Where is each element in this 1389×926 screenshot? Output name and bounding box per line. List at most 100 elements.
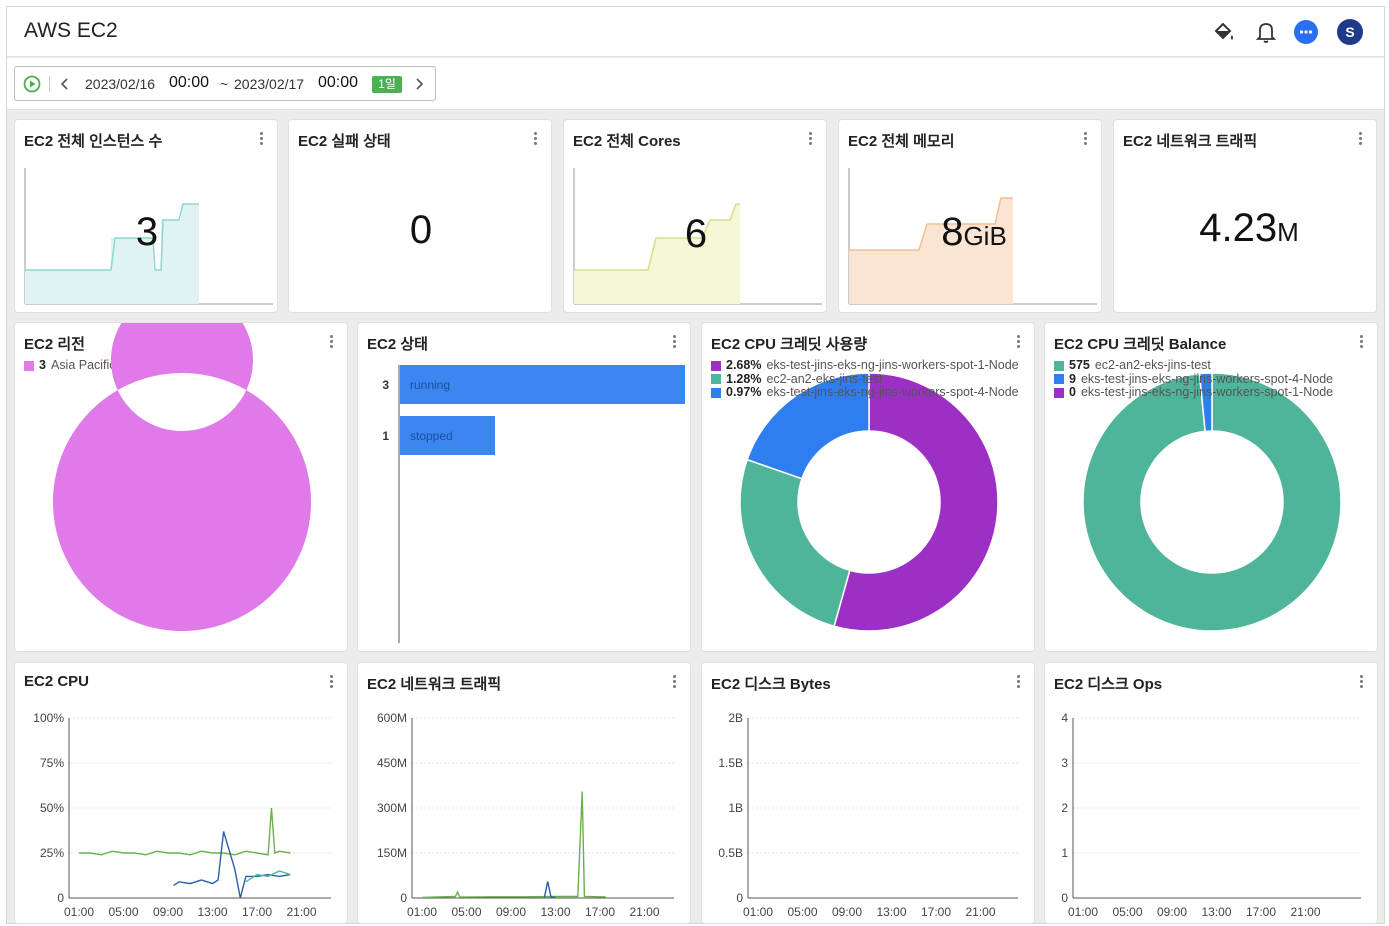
x-tick-label: 05:00 <box>108 905 138 919</box>
line-chart: 600M 450M 300M 150M 001:00 05:00 09:00 13:00 17:… <box>377 711 674 919</box>
chevron-left-icon[interactable] <box>59 77 71 91</box>
x-tick-label: 17:00 <box>242 905 272 919</box>
legend-value: 0.97% <box>726 385 762 399</box>
x-tick-label: 17:00 <box>585 905 615 919</box>
series-line-1[interactable] <box>543 881 556 899</box>
card-title: EC2 전체 Cores <box>573 133 681 150</box>
legend-item[interactable]: 0.97% eks-test-jins-eks-ng-jins-workers-s… <box>711 385 1019 400</box>
legend-label: ec2-an2-eks-jins-test <box>766 371 883 386</box>
bar-chart: 3 running 1 stopped <box>382 365 685 643</box>
y-tick-label: 1B <box>728 801 743 815</box>
legend-item[interactable]: 1.28% ec2-an2-eks-jins-test <box>711 371 1019 387</box>
play-icon[interactable] <box>23 75 41 93</box>
legend-swatch <box>711 374 721 385</box>
card-instances: EC2 전체 인스턴스 수 3 <box>14 119 278 313</box>
y-tick-label: 1.5B <box>718 756 743 770</box>
metric-unit: GiB <box>963 221 1007 251</box>
legend-value: 575 <box>1069 358 1090 372</box>
line-chart: 2B 1.5B 1B 0.5B 001:00 05:00 09:00 13:00 17:00 21… <box>718 711 1018 919</box>
series-line-0[interactable] <box>421 791 606 899</box>
card-network-total: EC2 네트워크 트래픽 4.23M <box>1113 119 1377 313</box>
y-tick-label: 3 <box>1061 756 1068 770</box>
more-menu-icon[interactable] <box>1352 130 1368 148</box>
x-tick-label: 13:00 <box>876 905 906 919</box>
more-menu-icon[interactable] <box>527 130 543 148</box>
more-menu-icon[interactable] <box>253 130 269 148</box>
y-tick-label: 100% <box>33 711 64 725</box>
donut-chart <box>53 323 311 631</box>
card-title: EC2 전체 메모리 <box>848 133 955 150</box>
card-title: EC2 실패 상태 <box>298 133 391 150</box>
series-line-1[interactable] <box>173 831 291 899</box>
legend: 575 ec2-an2-eks-jins-test 9 eks-test-jins-… <box>1054 358 1333 400</box>
more-menu-icon[interactable] <box>802 130 818 148</box>
legend-value: 1.28% <box>726 371 762 386</box>
card-title: EC2 전체 인스턴스 수 <box>24 133 163 150</box>
page-title: AWS EC2 <box>24 19 118 42</box>
card-disk-bytes: EC2 디스크 Bytes 2B 1.5B 1B 0.5B 0 01:00 05:00 09:… <box>701 662 1035 924</box>
chevron-right-icon[interactable] <box>413 77 425 91</box>
legend-item[interactable]: 2.68% eks-test-jins-eks-ng-jins-workers-s… <box>711 358 1019 373</box>
donut-slice-1[interactable] <box>739 458 851 628</box>
legend-value: 9 <box>1069 371 1076 386</box>
bell-icon[interactable] <box>1253 19 1279 45</box>
bar-value-label: 3 <box>382 378 389 392</box>
x-tick-label: 09:00 <box>832 905 862 919</box>
card-credit-usage: EC2 CPU 크레딧 사용량 2.68% eks-test-jins-eks-n… <box>701 322 1035 652</box>
legend-item[interactable]: 0 eks-test-jins-eks-ng-jins-workers-spot-… <box>1054 385 1333 400</box>
more-menu-icon[interactable] <box>1077 130 1093 148</box>
bar-category-label: stopped <box>410 429 453 443</box>
bar-value-label: 1 <box>382 429 389 443</box>
date-from: 2023/02/16 <box>85 76 156 92</box>
metric-unit: M <box>1277 217 1299 247</box>
x-tick-label: 21:00 <box>1290 905 1320 919</box>
x-tick-label: 01:00 <box>743 905 773 919</box>
bar-category-label: running <box>410 378 450 392</box>
legend-value: 2.68% <box>726 358 762 372</box>
card-disk-ops: EC2 디스크 Ops 4 3 2 1 0 01:00 05:00 09:00 13:00 17:… <box>1044 662 1378 924</box>
x-tick-label: 17:00 <box>921 905 951 919</box>
chat-icon[interactable] <box>1293 19 1319 45</box>
x-tick-label: 13:00 <box>1201 905 1231 919</box>
legend-swatch <box>711 387 721 398</box>
x-tick-label: 17:00 <box>1246 905 1276 919</box>
user-avatar[interactable]: S <box>1337 19 1363 45</box>
x-tick-label: 05:00 <box>451 905 481 919</box>
paint-bucket-icon[interactable] <box>1210 19 1236 45</box>
legend-item[interactable]: 575 ec2-an2-eks-jins-test <box>1054 358 1333 373</box>
legend-item[interactable]: 9 eks-test-jins-eks-ng-jins-workers-spot-… <box>1054 371 1333 387</box>
donut-slice-0[interactable] <box>53 323 311 631</box>
x-tick-label: 21:00 <box>629 905 659 919</box>
y-tick-label: 0 <box>400 891 407 905</box>
time-range-picker[interactable]: 2023/02/16 00:00 ~ 2023/02/17 00:00 1일 <box>14 66 436 101</box>
legend-swatch <box>711 360 721 371</box>
card-credit-balance: EC2 CPU 크레딧 Balance 575 ec2-an2-eks-jins-… <box>1044 322 1378 652</box>
y-tick-label: 300M <box>377 801 407 815</box>
date-to: 2023/02/17 <box>234 76 305 92</box>
range-separator: ~ <box>220 76 229 92</box>
y-tick-label: 0 <box>736 891 743 905</box>
y-tick-label: 50% <box>40 801 64 815</box>
legend: 2.68% eks-test-jins-eks-ng-jins-workers-s… <box>711 358 1019 400</box>
legend-value: 0 <box>1069 385 1076 399</box>
legend-label: eks-test-jins-eks-ng-jins-workers-spot-4… <box>766 385 1019 399</box>
metric-value: 4.23M <box>1174 206 1324 251</box>
line-chart: 4 3 2 1 001:00 05:00 09:00 13:00 17:00 21:00 <box>1061 711 1361 919</box>
x-tick-label: 09:00 <box>1157 905 1187 919</box>
y-tick-label: 1 <box>1061 846 1068 860</box>
y-tick-label: 150M <box>377 846 407 860</box>
time-to: 00:00 <box>318 74 359 91</box>
y-tick-label: 75% <box>40 756 64 770</box>
time-from: 00:00 <box>169 74 210 91</box>
y-tick-label: 2 <box>1061 801 1068 815</box>
x-tick-label: 09:00 <box>496 905 526 919</box>
card-memory: EC2 전체 메모리 8GiB <box>838 119 1102 313</box>
y-tick-label: 450M <box>377 756 407 770</box>
x-tick-label: 21:00 <box>965 905 995 919</box>
y-tick-label: 0 <box>57 891 64 905</box>
range-badge[interactable]: 1일 <box>372 76 402 93</box>
toolbar: 2023/02/16 00:00 ~ 2023/02/17 00:00 1일 <box>7 58 1384 110</box>
line-chart: 100% 75% 50% 25% 001:00 05:00 09:00 13:00 17:00 2… <box>33 711 331 919</box>
series-line-0[interactable] <box>79 807 291 856</box>
x-tick-label: 13:00 <box>540 905 570 919</box>
